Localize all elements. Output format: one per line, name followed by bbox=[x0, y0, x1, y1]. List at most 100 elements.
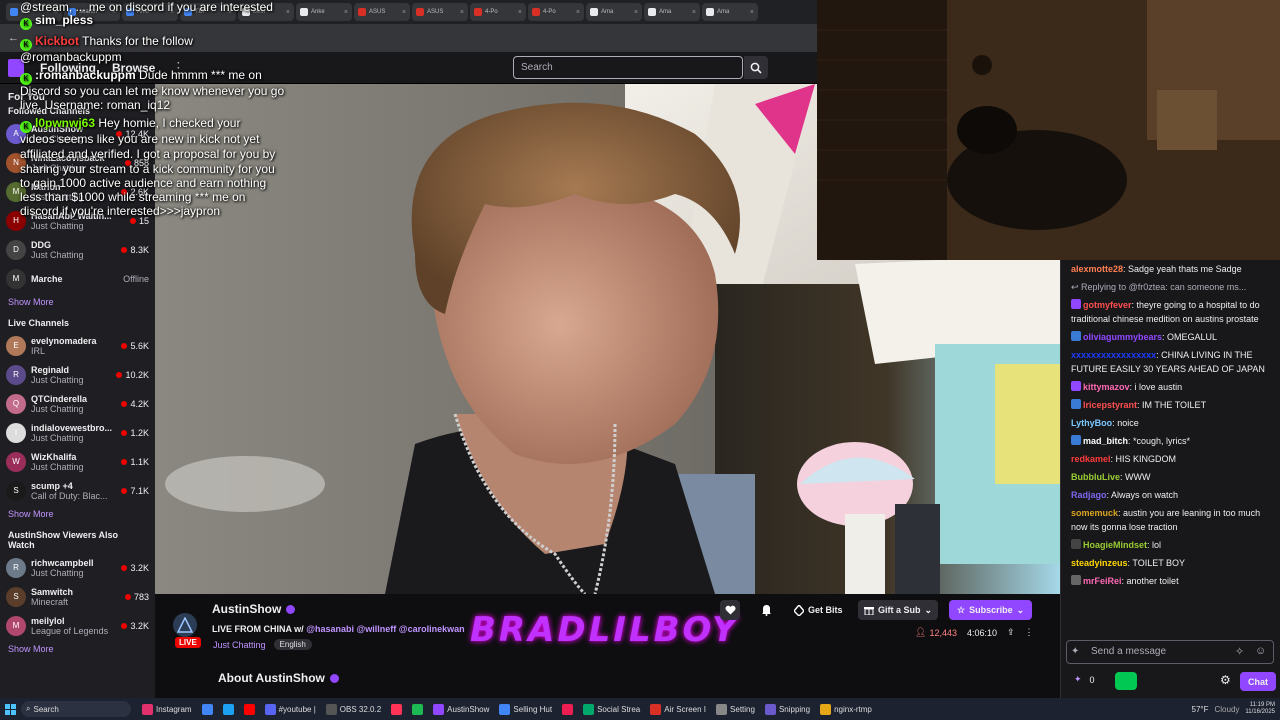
chat-text: another toilet bbox=[1126, 576, 1179, 586]
taskbar-app[interactable]: Social Strea bbox=[578, 698, 645, 720]
show-more-followed[interactable]: Show More bbox=[0, 293, 155, 312]
chat-username[interactable]: kittymazov bbox=[1083, 382, 1130, 392]
get-bits-button[interactable]: Get Bits bbox=[788, 600, 849, 620]
tab-close-icon[interactable]: × bbox=[750, 9, 754, 16]
chevron-down-icon: ⌄ bbox=[924, 604, 933, 615]
taskbar-app[interactable]: OBS 32.0.2 bbox=[321, 698, 386, 720]
taskbar-search[interactable]: ⌕ Search bbox=[21, 701, 131, 717]
language-tag[interactable]: English bbox=[273, 639, 312, 650]
browser-tab[interactable]: Ama × bbox=[586, 3, 642, 21]
viewer-count: 👤︎ 12,443 bbox=[915, 627, 957, 638]
subscribe-button[interactable]: ☆ Subscribe ⌄ bbox=[949, 600, 1033, 620]
search-button[interactable] bbox=[744, 56, 768, 79]
chat-username[interactable]: mrFeiRei bbox=[1083, 576, 1122, 586]
browser-tab[interactable]: Ama × bbox=[644, 3, 700, 21]
gift-sub-button[interactable]: Gift a Sub ⌄ bbox=[858, 600, 939, 620]
live-dot-icon bbox=[121, 429, 128, 436]
chat-cheer-icon[interactable]: ✦ bbox=[1071, 646, 1079, 657]
tab-close-icon[interactable]: × bbox=[692, 9, 696, 16]
taskbar-app[interactable]: Setting bbox=[711, 698, 760, 720]
taskbar-app[interactable]: #youtube | bbox=[260, 698, 321, 720]
channel-avatar: E bbox=[6, 335, 26, 356]
taskbar-app[interactable] bbox=[197, 698, 218, 720]
chat-username[interactable]: lricepstyrant bbox=[1083, 400, 1137, 410]
tab-close-icon[interactable]: × bbox=[576, 9, 580, 16]
sidebar-channel[interactable]: R Reginald Just Chatting 10.2K bbox=[0, 360, 155, 389]
tab-close-icon[interactable]: × bbox=[518, 9, 522, 16]
browser-tab[interactable]: ASUS × bbox=[354, 3, 410, 21]
more-vertical-icon[interactable]: ⋮ bbox=[1025, 627, 1034, 638]
taskbar-app[interactable] bbox=[557, 698, 578, 720]
chat-username[interactable]: mad_bitch bbox=[1083, 436, 1128, 446]
chat-username[interactable]: BubbluLive bbox=[1071, 472, 1120, 482]
mention-willneff[interactable]: @willneff bbox=[357, 624, 397, 634]
sidebar-channel[interactable]: Eevelynomadera IRL 5.6K bbox=[0, 331, 155, 360]
chat-username[interactable]: Radjago bbox=[1071, 490, 1107, 500]
mention-hasanabi[interactable]: @hasanabi bbox=[306, 624, 354, 634]
emote-icon[interactable]: ☺ bbox=[1255, 645, 1266, 657]
browser-tab[interactable]: 4-Po × bbox=[470, 3, 526, 21]
viewer-count: 10.2K bbox=[125, 369, 149, 380]
chat-username[interactable]: redkamel bbox=[1071, 454, 1111, 464]
sidebar-channel[interactable]: M Marche Offline bbox=[0, 264, 155, 293]
start-button[interactable] bbox=[0, 698, 21, 720]
channel-name: DDG bbox=[31, 239, 51, 250]
channel-avatar[interactable] bbox=[173, 613, 197, 637]
category-link[interactable]: Just Chatting bbox=[213, 640, 266, 650]
tab-close-icon[interactable]: × bbox=[402, 9, 406, 16]
channel-points[interactable]: ✦ 0 bbox=[1074, 674, 1095, 685]
search-input[interactable]: Search bbox=[513, 56, 743, 79]
chat-username[interactable]: LythyBoo bbox=[1071, 418, 1112, 428]
taskbar-app[interactable] bbox=[386, 698, 407, 720]
share-icon[interactable]: ⇪ bbox=[1007, 627, 1015, 638]
taskbar-app[interactable]: Instagram bbox=[137, 698, 197, 720]
taskbar-app[interactable]: Selling Hut bbox=[494, 698, 557, 720]
sidebar-channel[interactable]: D DDG Just Chatting 8.3K bbox=[0, 235, 155, 264]
sidebar-channel[interactable]: Mmeilylol League of Legends 3.2K bbox=[0, 611, 155, 640]
sidebar-channel[interactable]: Iindialovewestbro... Just Chatting 1.2K bbox=[0, 418, 155, 447]
weather-temp[interactable]: 57°F bbox=[1192, 705, 1209, 714]
taskbar-app[interactable]: Snipping bbox=[760, 698, 815, 720]
chat-bits-icon[interactable]: ✧ bbox=[1235, 645, 1244, 658]
chat-username[interactable]: gotmyfever bbox=[1083, 300, 1132, 310]
tab-close-icon[interactable]: × bbox=[344, 9, 348, 16]
clock[interactable]: 11:19 PM 11/16/2025 bbox=[1245, 702, 1275, 716]
taskbar-app[interactable] bbox=[407, 698, 428, 720]
sidebar-channel[interactable]: Sscump +4 Call of Duty: Blac... 7.1K bbox=[0, 476, 155, 505]
taskbar-app[interactable] bbox=[218, 698, 239, 720]
channel-avatar: R bbox=[6, 557, 26, 578]
taskbar-app[interactable]: Air Screen I bbox=[645, 698, 711, 720]
browser-tab[interactable]: ASUS × bbox=[412, 3, 468, 21]
sidebar-channel[interactable]: Rrichwcampbell Just Chatting 3.2K bbox=[0, 553, 155, 582]
tab-close-icon[interactable]: × bbox=[634, 9, 638, 16]
chat-username[interactable]: oliviagummybears bbox=[1083, 332, 1162, 342]
chat-send-button[interactable]: Chat bbox=[1240, 672, 1276, 691]
browser-tab[interactable]: Ama × bbox=[702, 3, 758, 21]
notification-button[interactable] bbox=[756, 600, 776, 620]
show-more-live[interactable]: Show More bbox=[0, 505, 155, 524]
chat-username[interactable]: steadyinzeus bbox=[1071, 558, 1128, 568]
taskbar-app[interactable] bbox=[239, 698, 260, 720]
tab-close-icon[interactable]: × bbox=[460, 9, 464, 16]
sidebar-channel[interactable]: S Samwitch Minecraft 783 bbox=[0, 582, 155, 611]
taskbar-app[interactable]: AustinShow bbox=[428, 698, 494, 720]
browser-tab[interactable]: 4-Po × bbox=[528, 3, 584, 21]
mention-carolinekwan[interactable]: @carolinekwan bbox=[399, 624, 465, 634]
chat-username[interactable]: xxxxxxxxxxxxxxxxx bbox=[1071, 350, 1156, 360]
chat-username[interactable]: somemuck bbox=[1071, 508, 1118, 518]
taskbar-app-label: nginx-rtmp bbox=[834, 704, 872, 714]
chat-settings-icon[interactable]: ⚙ bbox=[1220, 673, 1231, 687]
points-reward-button[interactable] bbox=[1115, 672, 1137, 690]
taskbar-app-label: Social Strea bbox=[597, 704, 641, 714]
taskbar-app[interactable]: nginx-rtmp bbox=[815, 698, 877, 720]
chat-username[interactable]: HoagieMindset bbox=[1083, 540, 1147, 550]
channel-viewers: 4.2K bbox=[121, 399, 149, 409]
channel-name[interactable]: AustinShow bbox=[212, 602, 281, 616]
chat-username[interactable]: alexmotte28 bbox=[1071, 264, 1123, 274]
taskbar-app-icon bbox=[562, 703, 574, 715]
follow-heart-button[interactable] bbox=[720, 600, 740, 620]
overlay-chat-line: K Kickbot Thanks for the follow bbox=[20, 34, 193, 51]
sidebar-channel[interactable]: W WizKhalifa Just Chatting 1.1K bbox=[0, 447, 155, 476]
show-more-also[interactable]: Show More bbox=[0, 640, 155, 659]
sidebar-channel[interactable]: Q QTCinderella Just Chatting 4.2K bbox=[0, 389, 155, 418]
